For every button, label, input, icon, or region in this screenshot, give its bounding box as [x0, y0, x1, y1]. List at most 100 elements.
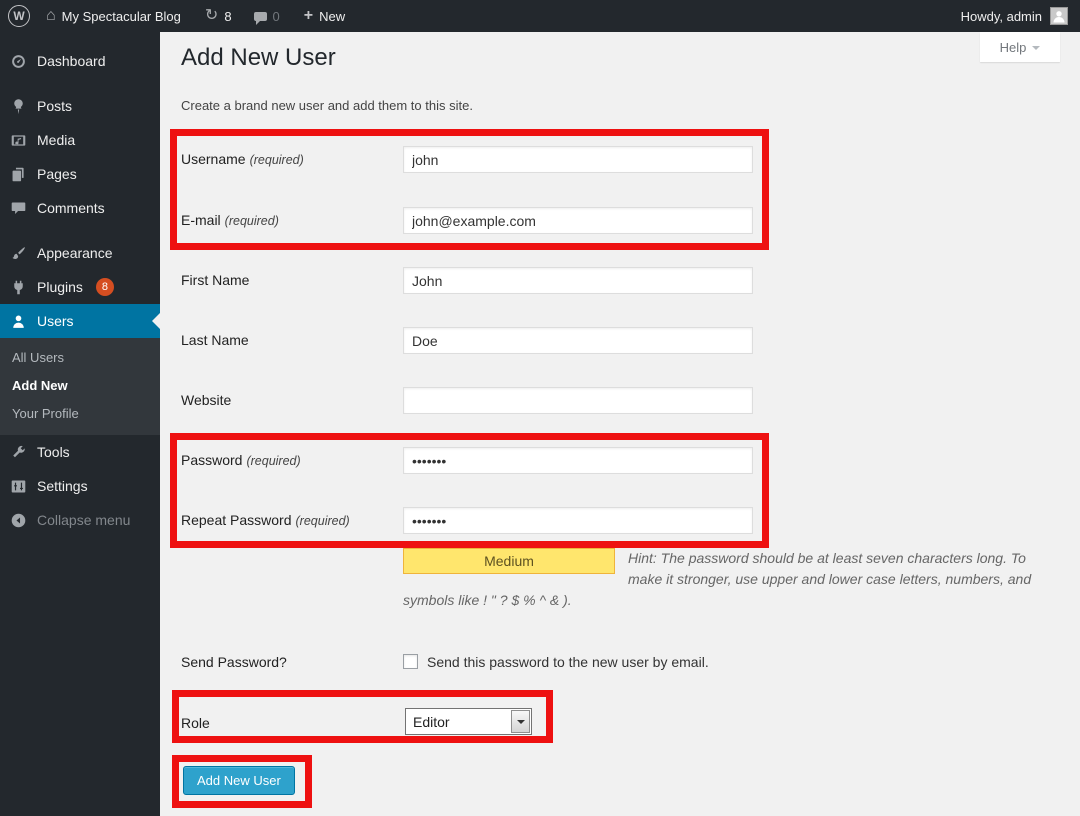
comments-icon: [254, 12, 267, 21]
email-input[interactable]: [403, 207, 753, 234]
comments-indicator[interactable]: 0: [246, 0, 288, 32]
send-password-label: Send Password?: [181, 654, 287, 670]
send-password-row: Send Password? Send this password to the…: [181, 649, 1061, 676]
help-tab[interactable]: Help: [980, 32, 1060, 62]
role-selected-value: Editor: [406, 714, 511, 730]
submenu-item-all-users[interactable]: All Users: [0, 344, 160, 372]
sidebar-item-tools[interactable]: Tools: [0, 435, 160, 469]
avatar: [1050, 7, 1068, 25]
role-label: Role: [181, 715, 210, 731]
comment-count: 0: [273, 9, 280, 24]
comments-icon: [8, 198, 28, 218]
dropdown-arrow-button[interactable]: [511, 710, 530, 733]
dashboard-icon: [8, 51, 28, 71]
first-name-input[interactable]: [403, 267, 753, 294]
role-row: Role Editor: [181, 710, 1061, 737]
first-name-row: First Name: [181, 267, 1061, 294]
required-hint: (required): [246, 454, 300, 468]
role-select[interactable]: Editor: [405, 708, 532, 735]
admin-bar: W ⌂ My Spectacular Blog ↻ 8 0 + New Howd…: [0, 0, 1080, 32]
password-strength-meter: Medium: [403, 548, 615, 574]
wrench-icon: [8, 442, 28, 462]
sidebar-item-label: Media: [37, 132, 75, 148]
first-name-label: First Name: [181, 272, 249, 288]
site-name: My Spectacular Blog: [62, 9, 181, 24]
website-label: Website: [181, 392, 231, 408]
sidebar-item-label: Users: [37, 313, 74, 329]
sidebar-item-comments[interactable]: Comments: [0, 191, 160, 225]
password-input[interactable]: [403, 447, 753, 474]
username-input[interactable]: [403, 146, 753, 173]
pushpin-icon: [8, 96, 28, 116]
website-row: Website: [181, 387, 1061, 414]
brush-icon: [8, 243, 28, 263]
site-home-link[interactable]: ⌂ My Spectacular Blog: [38, 0, 189, 32]
settings-icon: [8, 476, 28, 496]
sidebar-item-dashboard[interactable]: Dashboard: [0, 44, 160, 78]
username-label: Username(required): [181, 151, 304, 167]
help-label: Help: [1000, 40, 1027, 55]
my-account-menu[interactable]: Howdy, admin: [961, 0, 1080, 32]
last-name-label: Last Name: [181, 332, 249, 348]
page-title: Add New User: [181, 44, 336, 72]
updates-icon: ↻: [205, 8, 218, 24]
collapse-menu-button[interactable]: Collapse menu: [0, 503, 160, 537]
admin-sidebar: Dashboard Posts Media Pages Comments App…: [0, 32, 160, 816]
required-hint: (required): [250, 153, 304, 167]
send-password-checkbox-label[interactable]: Send this password to the new user by em…: [427, 654, 709, 670]
chevron-down-icon: [1032, 46, 1040, 54]
plugins-update-badge: 8: [96, 278, 114, 296]
wordpress-logo-menu[interactable]: W: [0, 0, 38, 32]
sidebar-item-label: Pages: [37, 166, 77, 182]
plus-icon: +: [304, 8, 313, 24]
username-row: Username(required): [181, 146, 1061, 173]
sidebar-item-plugins[interactable]: Plugins 8: [0, 270, 160, 304]
sidebar-item-label: Collapse menu: [37, 512, 130, 528]
page-description: Create a brand new user and add them to …: [181, 98, 473, 113]
send-password-checkbox[interactable]: [403, 654, 418, 669]
sidebar-item-users[interactable]: Users: [0, 304, 160, 338]
repeat-password-input[interactable]: [403, 507, 753, 534]
submenu-item-your-profile[interactable]: Your Profile: [0, 400, 160, 428]
password-hint-area: Medium Hint: The password should be at l…: [403, 548, 1043, 611]
website-input[interactable]: [403, 387, 753, 414]
sidebar-item-posts[interactable]: Posts: [0, 89, 160, 123]
home-icon: ⌂: [46, 8, 56, 24]
add-new-user-button[interactable]: Add New User: [183, 766, 295, 795]
email-row: E-mail(required): [181, 207, 1061, 234]
sidebar-item-label: Comments: [37, 200, 105, 216]
required-hint: (required): [225, 214, 279, 228]
sidebar-item-settings[interactable]: Settings: [0, 469, 160, 503]
pages-icon: [8, 164, 28, 184]
password-label: Password(required): [181, 452, 301, 468]
required-hint: (required): [296, 514, 350, 528]
media-icon: [8, 130, 28, 150]
sidebar-item-media[interactable]: Media: [0, 123, 160, 157]
email-label: E-mail(required): [181, 212, 279, 228]
sidebar-item-label: Appearance: [37, 245, 113, 261]
wordpress-logo-icon: W: [8, 5, 30, 27]
main-content: Help Add New User Create a brand new use…: [160, 32, 1080, 816]
repeat-password-row: Repeat Password(required): [181, 507, 1061, 534]
collapse-arrow-icon: [8, 510, 28, 530]
sidebar-item-label: Dashboard: [37, 53, 106, 69]
plugin-icon: [8, 277, 28, 297]
sidebar-item-pages[interactable]: Pages: [0, 157, 160, 191]
users-submenu: All Users Add New Your Profile: [0, 338, 160, 435]
repeat-password-label: Repeat Password(required): [181, 512, 350, 528]
sidebar-item-label: Settings: [37, 478, 88, 494]
last-name-input[interactable]: [403, 327, 753, 354]
update-count: 8: [224, 9, 231, 24]
sidebar-item-label: Tools: [37, 444, 70, 460]
updates-indicator[interactable]: ↻ 8: [197, 0, 240, 32]
sidebar-item-label: Plugins: [37, 279, 83, 295]
sidebar-item-label: Posts: [37, 98, 72, 114]
new-label: New: [319, 9, 345, 24]
howdy-text: Howdy, admin: [961, 9, 1042, 24]
user-icon: [8, 311, 28, 331]
new-content-button[interactable]: + New: [296, 0, 353, 32]
last-name-row: Last Name: [181, 327, 1061, 354]
sidebar-item-appearance[interactable]: Appearance: [0, 236, 160, 270]
submenu-item-add-new[interactable]: Add New: [0, 372, 160, 400]
wordpress-admin-page: W ⌂ My Spectacular Blog ↻ 8 0 + New Howd…: [0, 0, 1080, 816]
